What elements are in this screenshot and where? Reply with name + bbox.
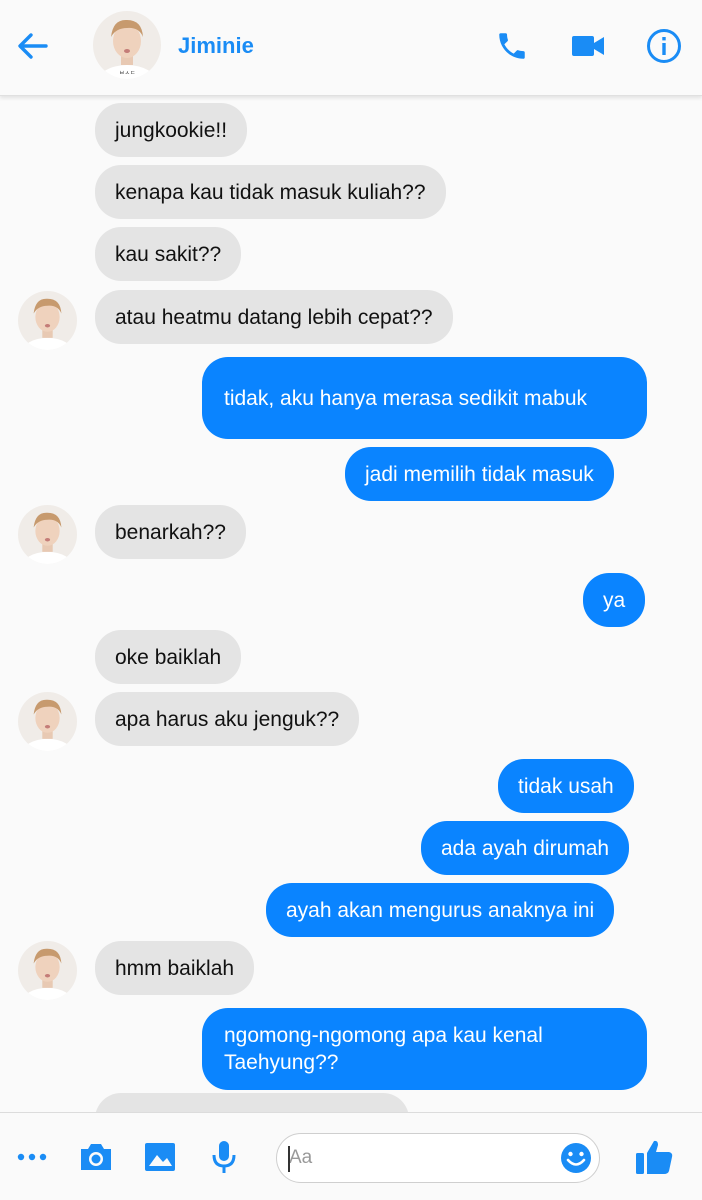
message-bubble[interactable]: ayah akan mengurus anaknya ini (266, 883, 615, 937)
back-button[interactable] (12, 28, 52, 64)
video-call-button[interactable] (566, 24, 610, 68)
conversation-header: ㅂㅅㄷ Jiminie (0, 0, 702, 96)
phone-icon (499, 33, 525, 59)
message-composer (0, 1112, 702, 1200)
microphone-icon (212, 1141, 236, 1173)
gallery-button[interactable] (138, 1135, 182, 1179)
message-bubble[interactable]: hmm baiklah (95, 941, 255, 995)
back-arrow-icon (18, 33, 48, 59)
emoji-button[interactable] (555, 1137, 597, 1179)
gallery-icon (145, 1143, 175, 1171)
message-input[interactable] (289, 1134, 549, 1182)
message-bubble[interactable]: kenapa kau tidak masuk kuliah?? (95, 165, 446, 219)
voice-record-button[interactable] (202, 1135, 246, 1179)
message-bubble[interactable]: jadi memilih tidak masuk (345, 447, 614, 501)
message-bubble[interactable]: ada ayah dirumah (421, 821, 630, 875)
info-icon (647, 29, 681, 63)
message-bubble[interactable]: apa harus aku jenguk?? (95, 692, 360, 746)
message-bubble[interactable]: kau sakit?? (95, 227, 242, 281)
more-icon (17, 1153, 47, 1161)
sender-avatar[interactable] (18, 692, 77, 751)
message-bubble[interactable]: ya (583, 573, 646, 627)
text-caret (288, 1146, 290, 1172)
message-bubble[interactable]: ngomong-ngomong apa kau kenal Taehyung?? (202, 1008, 647, 1090)
camera-icon (81, 1144, 111, 1170)
message-bubble[interactable]: benarkah?? (95, 505, 246, 559)
message-input-box[interactable] (276, 1133, 600, 1183)
message-list[interactable]: jungkookie!! kenapa kau tidak masuk kuli… (0, 96, 702, 1112)
message-bubble[interactable]: atau heatmu datang lebih cepat?? (95, 290, 453, 344)
message-bubble-partial[interactable] (95, 1093, 409, 1112)
voice-call-button[interactable] (490, 24, 534, 68)
contact-avatar[interactable]: ㅂㅅㄷ (93, 11, 161, 79)
info-button[interactable] (642, 24, 686, 68)
sender-avatar[interactable] (18, 941, 77, 1000)
contact-name[interactable]: Jiminie (178, 33, 254, 59)
sender-avatar[interactable] (18, 291, 77, 350)
message-bubble[interactable]: oke baiklah (95, 630, 242, 684)
video-camera-icon (572, 36, 604, 56)
thumbs-up-icon (636, 1140, 673, 1174)
sender-avatar[interactable] (18, 505, 77, 564)
message-bubble[interactable]: jungkookie!! (95, 103, 248, 157)
camera-button[interactable] (74, 1135, 118, 1179)
message-bubble[interactable]: tidak, aku hanya merasa sedikit mabuk (202, 357, 647, 439)
svg-text:ㅂㅅㄷ: ㅂㅅㄷ (119, 70, 136, 77)
emoji-icon (561, 1143, 591, 1173)
more-button[interactable] (10, 1135, 54, 1179)
message-bubble[interactable]: tidak usah (498, 759, 634, 813)
like-button[interactable] (632, 1135, 676, 1179)
